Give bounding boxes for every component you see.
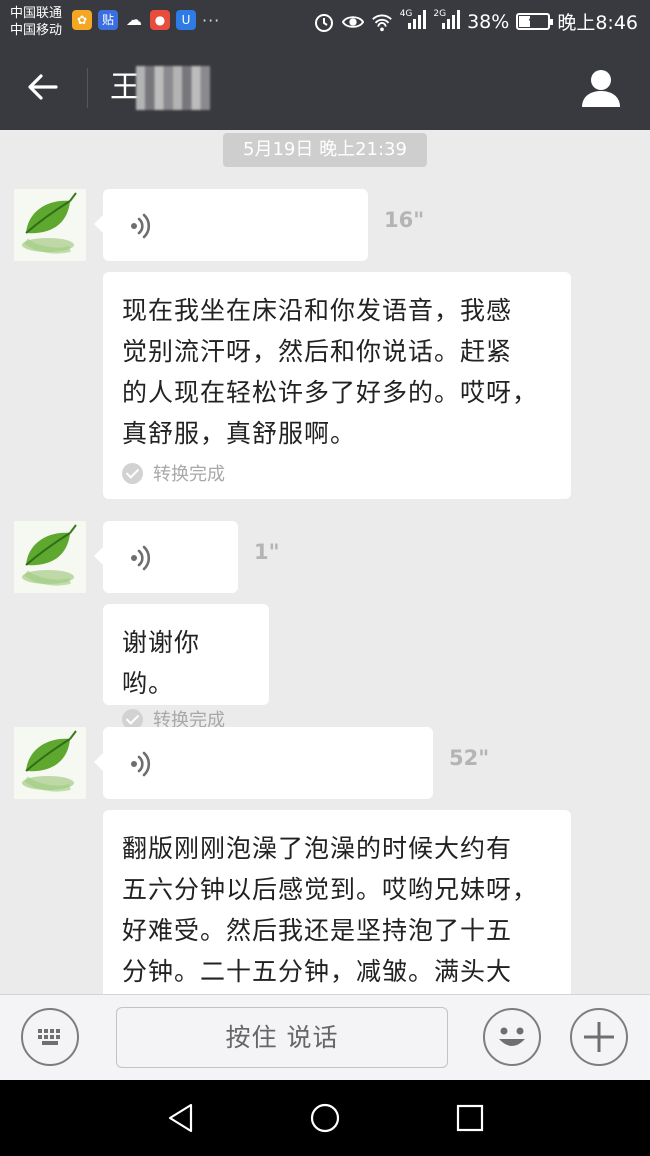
text-line: 觉别流汗呀，然后和你说话。赶紧 [122,337,513,366]
text-line: 谢谢你哟。 [122,628,201,698]
eye-icon [341,15,364,28]
leaf-avatar-image [14,189,86,261]
plus-icon [584,1022,614,1052]
check-circle-icon [122,462,143,484]
battery-icon: + [516,12,554,30]
avatar[interactable] [14,521,86,593]
text-line: 五六分钟以后感觉到。哎哟兄妹呀， [122,875,539,904]
chat-header: 王 [0,44,650,130]
converted-text: 现在我坐在床沿和你发语音，我感 觉别流汗呀，然后和你说话。赶紧 的人现在轻松许多… [122,290,553,454]
avatar[interactable] [14,727,86,799]
more-notifications-icon: ··· [202,10,221,30]
converted-text-bubble[interactable]: 现在我坐在床沿和你发语音，我感 觉别流汗呀，然后和你说话。赶紧 的人现在轻松许多… [103,272,571,499]
hold-to-talk-button[interactable]: 按住 说话 [116,1007,448,1068]
leaf-avatar-image [14,727,86,799]
keyboard-icon [38,1029,60,1045]
back-arrow-icon[interactable] [22,66,64,108]
person-icon[interactable] [580,68,622,108]
conversion-status: 转换完成 [122,460,553,486]
voice-wave-icon [131,545,151,571]
keyboard-toggle-button[interactable] [21,1008,79,1066]
chat-timestamp: 5月19日 晚上21:39 [223,133,427,167]
voice-message-bubble[interactable] [94,727,433,799]
redacted-name-mosaic [136,66,210,110]
carrier-2: 中国移动 [10,23,63,38]
emoji-button[interactable] [483,1008,541,1066]
nav-recents-icon[interactable] [453,1101,487,1135]
voice-wave-icon [131,751,151,777]
text-line: 的人现在轻松许多了好多的。哎呀， [122,378,539,407]
system-status: 4G 2G 38% + 晚上8:46 [313,8,638,35]
header-divider [87,68,88,108]
battery-percent: 38% [467,10,510,33]
voice-duration: 16" [384,208,425,232]
notification-icons: ✿ 贴 ☁ ● U ··· [72,10,220,30]
voice-message-bubble[interactable] [94,189,368,261]
text-line: 现在我坐在床沿和你发语音，我感 [122,296,513,325]
map-icon: ● [150,10,170,30]
weather-icon: ☁ [126,10,142,29]
voice-message-bubble[interactable] [94,521,238,593]
text-line: 真舒服，真舒服啊。 [122,419,357,448]
leaf-avatar-image [14,521,86,593]
signal-2g: 2G [433,9,461,34]
voice-duration: 1" [254,540,280,564]
converted-text-bubble[interactable]: 谢谢你哟。 转换完成 [103,604,269,731]
security-icon: U [176,10,196,30]
converted-text: 谢谢你哟。 [122,622,251,704]
signal-4g: 4G [400,9,427,34]
nav-back-icon[interactable] [164,1101,198,1135]
clock: 晚上8:46 [557,12,638,34]
converted-text-bubble[interactable]: 翻版刚刚泡澡了泡澡的时候大约有 五六分钟以后感觉到。哎哟兄妹呀， 好难受。然后我… [103,810,571,994]
voice-duration: 52" [449,746,490,770]
nav-home-icon[interactable] [308,1101,342,1135]
alarm-icon [314,13,333,32]
conversion-status-label: 转换完成 [153,464,225,485]
emoji-icon [499,1027,525,1046]
wifi-icon [371,14,392,31]
status-bar: 中国联通 中国移动 ✿ 贴 ☁ ● U ··· 4G 2G 38% + 晚上8:… [0,0,650,44]
more-functions-button[interactable] [570,1008,628,1066]
baidu-icon: ✿ [72,10,92,30]
input-bar: 按住 说话 [0,994,650,1080]
system-nav-bar [0,1080,650,1156]
text-line: 分钟。二十五分钟，减皱。满头大 [122,957,513,986]
text-line: 翻版刚刚泡澡了泡澡的时候大约有 [122,834,513,863]
converted-text: 翻版刚刚泡澡了泡澡的时候大约有 五六分钟以后感觉到。哎哟兄妹呀， 好难受。然后我… [122,828,553,992]
carrier-1: 中国联通 [10,6,63,21]
tieba-icon: 贴 [98,10,118,30]
carrier-info: 中国联通 中国移动 [10,5,62,39]
text-line: 好难受。然后我还是坚持泡了十五 [122,916,513,945]
avatar[interactable] [14,189,86,261]
voice-wave-icon [131,213,151,239]
